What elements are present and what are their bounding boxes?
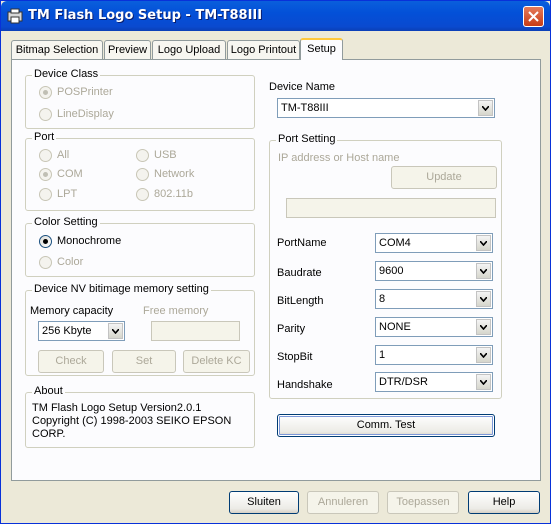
port-setting-group: Port Setting IP address or Host name Upd… xyxy=(269,133,502,399)
cancel-button[interactable]: Annuleren xyxy=(307,491,379,514)
radio-color-label: Color xyxy=(57,256,84,268)
ip-address-label: IP address or Host name xyxy=(278,152,400,164)
radio-port-usb[interactable] xyxy=(136,149,149,162)
radio-port-all[interactable] xyxy=(39,149,52,162)
handshake-label: Handshake xyxy=(277,379,333,391)
bitlength-label: BitLength xyxy=(277,295,324,307)
chevron-down-icon[interactable] xyxy=(108,323,123,339)
free-memory-label: Free memory xyxy=(143,305,209,317)
tab-logo-printout[interactable]: Logo Printout xyxy=(227,40,300,59)
parity-label: Parity xyxy=(277,323,306,335)
radio-linedisplay-label: LineDisplay xyxy=(57,108,114,120)
chevron-down-icon[interactable] xyxy=(476,291,491,307)
tab-label: Logo Upload xyxy=(157,44,221,56)
portname-value: COM4 xyxy=(379,237,411,249)
tab-bitmap-selection[interactable]: Bitmap Selection xyxy=(11,40,103,59)
handshake-select[interactable]: DTR/DSR xyxy=(375,372,493,392)
chevron-down-icon[interactable] xyxy=(476,347,491,363)
radio-port-network-label: Network xyxy=(154,168,195,180)
memory-capacity-label: Memory capacity xyxy=(30,305,114,317)
tab-label: Preview xyxy=(107,44,148,56)
radio-posprinter[interactable] xyxy=(39,86,52,99)
free-memory-field xyxy=(151,321,240,341)
stopbit-value: 1 xyxy=(379,349,386,361)
portname-label: PortName xyxy=(277,237,327,249)
apply-button[interactable]: Toepassen xyxy=(387,491,459,514)
close-icon xyxy=(528,11,539,22)
tab-preview[interactable]: Preview xyxy=(104,40,151,59)
device-name-value: TM-T88III xyxy=(281,102,329,114)
bitlength-select[interactable]: 8 xyxy=(375,289,493,309)
title-bar[interactable]: TM Flash Logo Setup - TM-T88III xyxy=(1,1,550,31)
radio-color[interactable] xyxy=(39,256,52,269)
help-button[interactable]: Help xyxy=(468,491,540,514)
handshake-value: DTR/DSR xyxy=(379,376,428,388)
close-window-button[interactable] xyxy=(523,6,544,27)
radio-port-com-label: COM xyxy=(57,168,83,180)
app-icon xyxy=(7,8,23,24)
stopbit-label: StopBit xyxy=(277,351,313,363)
tab-setup[interactable]: Setup xyxy=(300,38,343,60)
memory-capacity-select[interactable]: 256 Kbyte xyxy=(38,321,125,341)
parity-value: NONE xyxy=(379,321,411,333)
memory-capacity-value: 256 Kbyte xyxy=(42,325,92,337)
device-class-legend: Device Class xyxy=(32,68,101,80)
radio-port-80211b-label: 802.11b xyxy=(154,188,193,200)
radio-port-usb-label: USB xyxy=(154,149,177,161)
tab-label: Bitmap Selection xyxy=(15,44,99,56)
device-class-group: Device Class POSPrinter LineDisplay xyxy=(25,68,255,129)
radio-port-network[interactable] xyxy=(136,168,149,181)
radio-port-com[interactable] xyxy=(39,168,52,181)
chevron-down-icon[interactable] xyxy=(476,319,491,335)
stopbit-select[interactable]: 1 xyxy=(375,345,493,365)
baudrate-label: Baudrate xyxy=(277,267,322,279)
radio-port-lpt-label: LPT xyxy=(57,188,78,200)
parity-select[interactable]: NONE xyxy=(375,317,493,337)
nv-memory-legend: Device NV bitimage memory setting xyxy=(32,283,211,295)
port-legend: Port xyxy=(32,131,57,143)
comm-test-button[interactable]: Comm. Test xyxy=(277,414,495,437)
chevron-down-icon[interactable] xyxy=(476,263,491,279)
about-copyright: Copyright (C) 1998-2003 SEIKO EPSON xyxy=(32,415,232,427)
close-button[interactable]: Sluiten xyxy=(229,491,299,514)
device-name-select[interactable]: TM-T88III xyxy=(277,98,495,118)
setup-panel: Device Class POSPrinter LineDisplay Port… xyxy=(11,59,541,481)
bitlength-value: 8 xyxy=(379,293,386,305)
port-group: Port All USB COM Network LPT 802.11b xyxy=(25,131,255,211)
device-name-label: Device Name xyxy=(269,81,336,93)
about-company: CORP. xyxy=(32,428,66,440)
radio-linedisplay[interactable] xyxy=(39,108,52,121)
window-title: TM Flash Logo Setup - TM-T88III xyxy=(28,8,263,23)
port-setting-legend: Port Setting xyxy=(276,133,338,145)
radio-port-all-label: All xyxy=(57,149,70,161)
set-button[interactable]: Set xyxy=(112,350,176,373)
tab-label: Logo Printout xyxy=(230,44,297,56)
color-setting-legend: Color Setting xyxy=(32,216,100,228)
chevron-down-icon[interactable] xyxy=(476,374,491,390)
ip-address-field xyxy=(286,198,496,218)
delete-kc-button[interactable]: Delete KC xyxy=(183,350,250,373)
baudrate-value: 9600 xyxy=(379,265,404,277)
baudrate-select[interactable]: 9600 xyxy=(375,261,493,281)
radio-port-80211b[interactable] xyxy=(136,188,149,201)
about-legend: About xyxy=(32,385,65,397)
color-setting-group: Color Setting Monochrome Color xyxy=(25,216,255,277)
radio-posprinter-label: POSPrinter xyxy=(57,86,113,98)
radio-monochrome[interactable] xyxy=(39,235,52,248)
update-button[interactable]: Update xyxy=(391,166,497,189)
portname-select[interactable]: COM4 xyxy=(375,233,493,253)
radio-port-lpt[interactable] xyxy=(39,188,52,201)
radio-monochrome-label: Monochrome xyxy=(57,235,122,247)
nv-memory-group: Device NV bitimage memory setting Memory… xyxy=(25,283,255,376)
tab-logo-upload[interactable]: Logo Upload xyxy=(152,40,226,59)
dialog-window: TM Flash Logo Setup - TM-T88III Bitmap S… xyxy=(0,0,551,524)
chevron-down-icon[interactable] xyxy=(476,235,491,251)
about-version: TM Flash Logo Setup Version2.0.1 xyxy=(32,402,202,414)
tab-label: Setup xyxy=(307,43,336,55)
chevron-down-icon[interactable] xyxy=(478,100,493,116)
check-button[interactable]: Check xyxy=(38,350,104,373)
about-group: About TM Flash Logo Setup Version2.0.1 C… xyxy=(25,385,255,448)
